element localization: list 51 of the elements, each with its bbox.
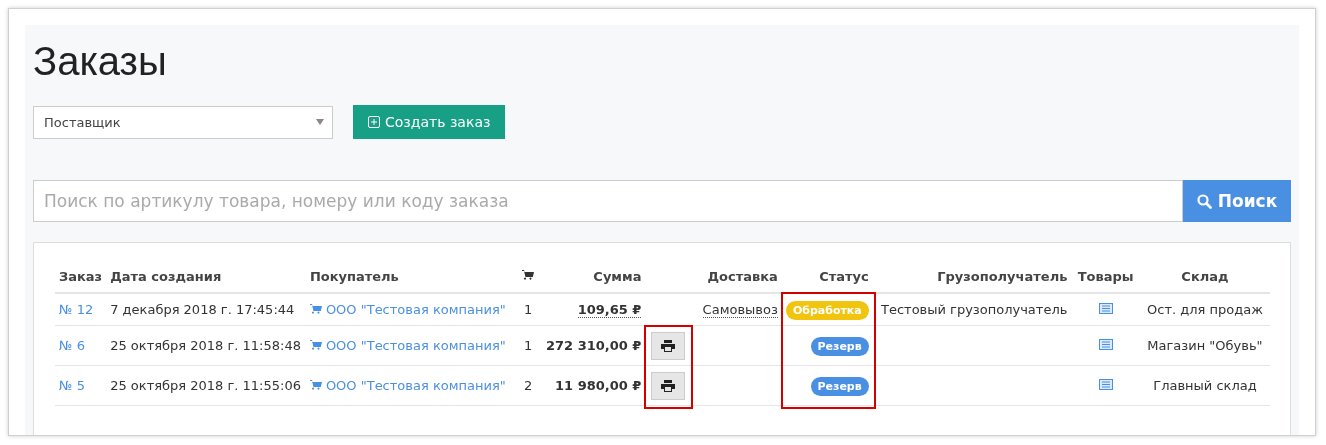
column-header: Грузополучатель bbox=[937, 269, 1068, 284]
column-header: Товары bbox=[1077, 269, 1134, 284]
create-order-button[interactable]: Создать заказ bbox=[353, 105, 506, 139]
status-badge: Резерв bbox=[810, 337, 869, 356]
quantity: 1 bbox=[524, 302, 533, 317]
quantity: 2 bbox=[524, 378, 533, 393]
cart-icon bbox=[309, 379, 322, 391]
column-header: Заказ bbox=[59, 269, 103, 284]
caret-icon bbox=[316, 119, 324, 125]
warehouse: Главный склад bbox=[1153, 378, 1257, 393]
status-badge: Резерв bbox=[810, 377, 869, 396]
column-header: Доставка bbox=[707, 269, 778, 284]
order-number-link[interactable]: № 6 bbox=[59, 338, 85, 353]
warehouse: Магазин "Обувь" bbox=[1147, 338, 1263, 353]
list-icon[interactable] bbox=[1098, 379, 1113, 390]
buyer-link[interactable]: ООО "Тестовая компания" bbox=[309, 337, 506, 353]
column-header: Покупатель bbox=[309, 269, 399, 284]
order-sum: 11 980,00 ₽ bbox=[555, 378, 642, 393]
page-title: Заказы bbox=[33, 38, 168, 85]
search-button[interactable]: Поиск bbox=[1183, 180, 1291, 222]
buyer-link[interactable]: ООО "Тестовая компания" bbox=[309, 377, 506, 393]
printer-icon bbox=[660, 379, 675, 392]
list-icon[interactable] bbox=[1098, 339, 1113, 350]
order-date: 25 октября 2018 г. 11:55:06 bbox=[110, 378, 301, 393]
column-header: Сумма bbox=[593, 269, 642, 284]
search-field[interactable]: Поиск по артикулу товара, номеру или коду заказа bbox=[33, 180, 1183, 222]
order-number-link[interactable]: № 5 bbox=[59, 378, 85, 393]
cart-icon bbox=[309, 339, 322, 351]
warehouse: Ост. для продаж bbox=[1147, 302, 1263, 317]
order-date: 25 октября 2018 г. 11:58:48 bbox=[110, 338, 301, 353]
consignee: Тестовый грузополучатель bbox=[880, 302, 1068, 317]
status-badge: Обработка bbox=[785, 301, 869, 320]
supplier-select[interactable]: Поставщик bbox=[33, 105, 333, 139]
cart-icon bbox=[522, 270, 535, 281]
printer-icon bbox=[660, 339, 675, 352]
buyer-link[interactable]: ООО "Тестовая компания" bbox=[309, 301, 506, 317]
delivery-method: Самовывоз bbox=[702, 302, 778, 318]
order-number-link[interactable]: № 12 bbox=[59, 302, 94, 317]
search-icon bbox=[1196, 193, 1212, 209]
column-header: Склад bbox=[1181, 269, 1229, 284]
order-date: 7 декабря 2018 г. 17:45:44 bbox=[110, 302, 295, 317]
column-header: Статус bbox=[819, 269, 869, 284]
plus-square-icon bbox=[368, 116, 380, 128]
column-header: Дата создания bbox=[110, 269, 222, 284]
cart-icon bbox=[309, 303, 322, 315]
print-button[interactable] bbox=[650, 371, 685, 400]
order-sum: 109,65 ₽ bbox=[577, 302, 642, 318]
order-sum: 272 310,00 ₽ bbox=[546, 338, 642, 353]
print-button[interactable] bbox=[650, 331, 685, 360]
quantity: 1 bbox=[524, 338, 533, 353]
list-icon[interactable] bbox=[1098, 303, 1113, 314]
